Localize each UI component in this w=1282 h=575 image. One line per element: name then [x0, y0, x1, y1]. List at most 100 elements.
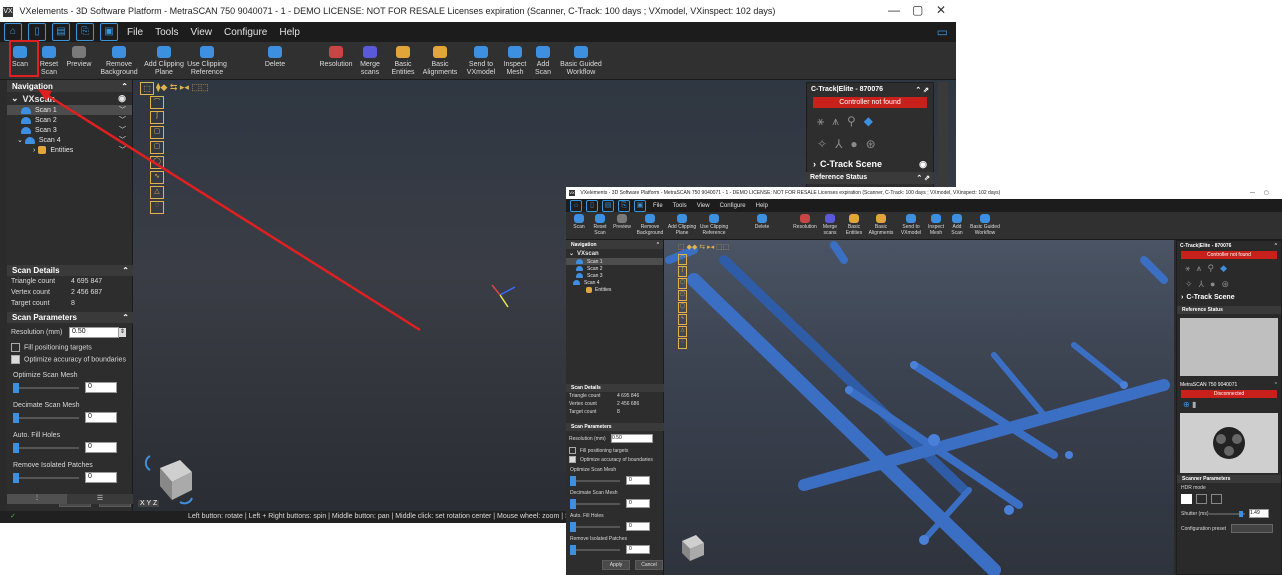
shutter-row: Shutter (ms) 1.49	[1177, 505, 1281, 522]
inset-minimize-icon[interactable]: —	[1250, 187, 1255, 199]
hdr-mode-1-icon[interactable]	[1181, 494, 1192, 504]
inset-ribbon-button-label: Basic Entities	[845, 224, 863, 236]
inset-maximize-icon[interactable]: ▢	[1264, 187, 1269, 199]
inset-detail-vertex: Vertex count 2 456 686	[569, 401, 640, 407]
slider-value-input[interactable]: 0	[626, 476, 650, 485]
inset-triangle-icon[interactable]: △	[678, 326, 687, 337]
shutter-slider[interactable]	[1209, 510, 1245, 517]
parameter-slider[interactable]	[570, 498, 620, 509]
inset-ribbon-button-label: Scan	[573, 224, 585, 230]
inset-resolution-input[interactable]: 0.50	[611, 434, 653, 443]
inset-detail-target: Target count 8	[569, 409, 620, 415]
inset-ribbon-button-label: Use Clipping Reference	[699, 224, 729, 236]
scanner-parameters-header: Scanner Parameters	[1177, 475, 1281, 483]
inset-ribbon-button-basic-alignments[interactable]: Basic Alignments	[865, 212, 897, 237]
inset-tree-item-scan-1[interactable]: Scan 1	[566, 258, 663, 265]
inset-ribbon-button-basic-guided-workflow[interactable]: Basic Guided Workflow	[967, 212, 1003, 237]
slider-value-input[interactable]: 0	[626, 499, 650, 508]
parameter-slider[interactable]	[570, 475, 620, 486]
inset-ribbon-button-add-clipping-plane[interactable]: Add Clipping Plane	[667, 212, 697, 237]
inset-ribbon-button-reset-scan[interactable]: Reset Scan	[589, 212, 611, 237]
inset-rect-icon[interactable]: ▢	[678, 290, 687, 301]
inset-ribbon-button-inspect-mesh[interactable]: Inspect Mesh	[925, 212, 947, 237]
hdr-mode-3-icon[interactable]	[1211, 494, 1222, 504]
inset-ribbon-button-remove-background[interactable]: Remove Background	[633, 212, 667, 237]
inset-optimize-boundaries-checkbox[interactable]	[569, 456, 576, 463]
inset-target-icon[interactable]: ⊛	[1221, 279, 1229, 290]
inset-fill-targets-row[interactable]: Fill positioning targets	[566, 446, 664, 455]
inset-ribbon-button-basic-entities[interactable]: Basic Entities	[843, 212, 865, 237]
slider-group: Remove Isolated Patches 0	[566, 533, 664, 556]
slider-value-input[interactable]: 0	[626, 522, 650, 531]
slider-value-input[interactable]: 0	[626, 545, 650, 554]
inset-tripod-icon[interactable]: ⩚	[1196, 263, 1201, 274]
inset-menu-tools[interactable]: Tools	[670, 203, 690, 209]
inset-ribbon-button-resolution[interactable]: Resolution	[793, 212, 817, 231]
inset-ellipse-icon[interactable]: ◯	[678, 302, 687, 313]
inset-blob-icon[interactable]: ◌	[678, 338, 687, 349]
inset-export-icon[interactable]: ▣	[634, 199, 646, 212]
scan-icon	[576, 266, 583, 271]
inset-ribbon-button-label: Remove Background	[636, 224, 664, 236]
inset-shield-icon[interactable]: ◆	[1220, 263, 1227, 274]
inset-fill-targets-checkbox[interactable]	[569, 447, 576, 454]
inset-ribbon-button-use-clipping-reference[interactable]: Use Clipping Reference	[697, 212, 731, 237]
inset-tree-item-scan-4[interactable]: Scan 4	[566, 279, 663, 286]
slider-handle[interactable]	[570, 498, 576, 509]
inset-open-icon[interactable]: ⎘	[618, 199, 630, 212]
inset-ribbon-button-label: Resolution	[793, 224, 817, 230]
parameter-slider[interactable]	[570, 544, 620, 555]
inset-tree-item-entities[interactable]: Entities	[566, 286, 663, 293]
inset-ribbon-button-delete[interactable]: Delete	[731, 212, 793, 231]
inset-axes-icon[interactable]: ⅄	[1199, 279, 1205, 290]
scanner-card-icon[interactable]: ▮	[1192, 400, 1196, 409]
inset-ctrack-scene-row[interactable]: › C-Track Scene	[1177, 291, 1281, 304]
parameter-slider[interactable]	[570, 521, 620, 532]
inset-ribbon-button-send-to-vxmodel[interactable]: Send to VXmodel	[897, 212, 925, 237]
inset-curve-icon[interactable]: ∿	[678, 314, 687, 325]
inset-ribbon-button-label: Inspect Mesh	[927, 224, 945, 236]
inset-polygon-icon[interactable]: ▢	[678, 278, 687, 289]
inset-ribbon-button-add-scan[interactable]: Add Scan	[947, 212, 967, 237]
inset-tracker-icon[interactable]: ⚹	[1185, 263, 1190, 274]
inset-star-icon[interactable]: ✧	[1185, 279, 1193, 290]
inset-tree-item-scan-3[interactable]: Scan 3	[566, 272, 663, 279]
inset-save-icon[interactable]: ▤	[602, 199, 614, 212]
config-preset-select[interactable]	[1231, 524, 1273, 533]
inset-ribbon-button-preview[interactable]: Preview	[611, 212, 633, 231]
inset-tree-item-scan-2[interactable]: Scan 2	[566, 265, 663, 272]
hdr-mode-buttons	[1177, 493, 1281, 505]
inset-ribbon-button-merge-scans[interactable]: Merge scans	[817, 212, 843, 237]
scanner-target-icon[interactable]: ⊕	[1183, 400, 1190, 409]
inset-cancel-button[interactable]: Cancel	[635, 560, 663, 570]
inset-select-tools-icon[interactable]: ⬚ ◆◆ ⇆ ▸◂ ⬚⬚	[678, 244, 729, 251]
inset-menu-view[interactable]: View	[694, 203, 713, 209]
inset-lasso-icon[interactable]: ⌒	[678, 254, 687, 265]
inset-menu-configure[interactable]: Configure	[717, 203, 749, 209]
inset-view-cube-icon[interactable]	[670, 529, 710, 569]
inset-scan-parameters-header: Scan Parameters	[566, 423, 664, 431]
inset-scan-parameters-section: Scan Parameters Resolution (mm) 0.50 Fil…	[566, 423, 664, 570]
inset-ribbon-button-label: Reset Scan	[593, 224, 607, 236]
slider-group: Auto. Fill Holes 0	[566, 510, 664, 533]
inset-freeform-icon[interactable]: ʃ	[678, 266, 687, 277]
inset-optimize-boundaries-row[interactable]: Optimize accuracy of boundaries	[566, 455, 664, 464]
scanner-icons-row: ⊕ ▮	[1177, 398, 1281, 411]
inset-ribbon-button-scan[interactable]: Scan	[569, 212, 589, 231]
slider-handle[interactable]	[570, 521, 576, 532]
inset-home-icon[interactable]: ⌂	[570, 199, 582, 212]
scanner-device-icon	[1213, 427, 1245, 459]
use-clipping-reference-icon	[709, 214, 719, 223]
inset-tree-root[interactable]: ⌄ VXscan	[566, 249, 663, 258]
inset-new-icon[interactable]: ▯	[586, 199, 598, 212]
slider-handle[interactable]	[570, 475, 576, 486]
inset-sphere-icon[interactable]: ●	[1210, 279, 1215, 290]
shutter-input[interactable]: 1.49	[1249, 509, 1269, 518]
inset-probe-icon[interactable]: ⚲	[1207, 263, 1214, 274]
inset-menu-file[interactable]: File	[650, 203, 666, 209]
inset-ribbon-button-label: Basic Alignments	[868, 224, 894, 236]
slider-handle[interactable]	[570, 544, 576, 555]
hdr-mode-2-icon[interactable]	[1196, 494, 1207, 504]
inset-menu-help[interactable]: Help	[753, 203, 771, 209]
inset-apply-button[interactable]: Apply	[602, 560, 630, 570]
